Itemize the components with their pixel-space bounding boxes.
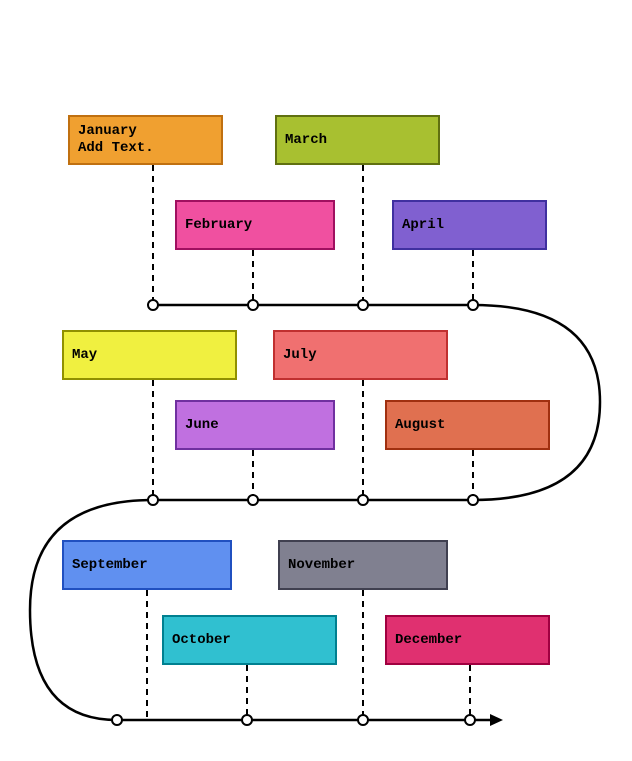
month-box-august: August — [385, 400, 550, 450]
month-box-november: November — [278, 540, 448, 590]
canvas: January Add Text. March February April May Ju… — [0, 0, 632, 761]
month-box-june: June — [175, 400, 335, 450]
month-box-september: September — [62, 540, 232, 590]
month-box-july: July — [273, 330, 448, 380]
month-box-october: October — [162, 615, 337, 665]
month-box-may: May — [62, 330, 237, 380]
month-box-april: April — [392, 200, 547, 250]
month-box-march: March — [275, 115, 440, 165]
month-box-january: January Add Text. — [68, 115, 223, 165]
month-box-december: December — [385, 615, 550, 665]
month-box-february: February — [175, 200, 335, 250]
